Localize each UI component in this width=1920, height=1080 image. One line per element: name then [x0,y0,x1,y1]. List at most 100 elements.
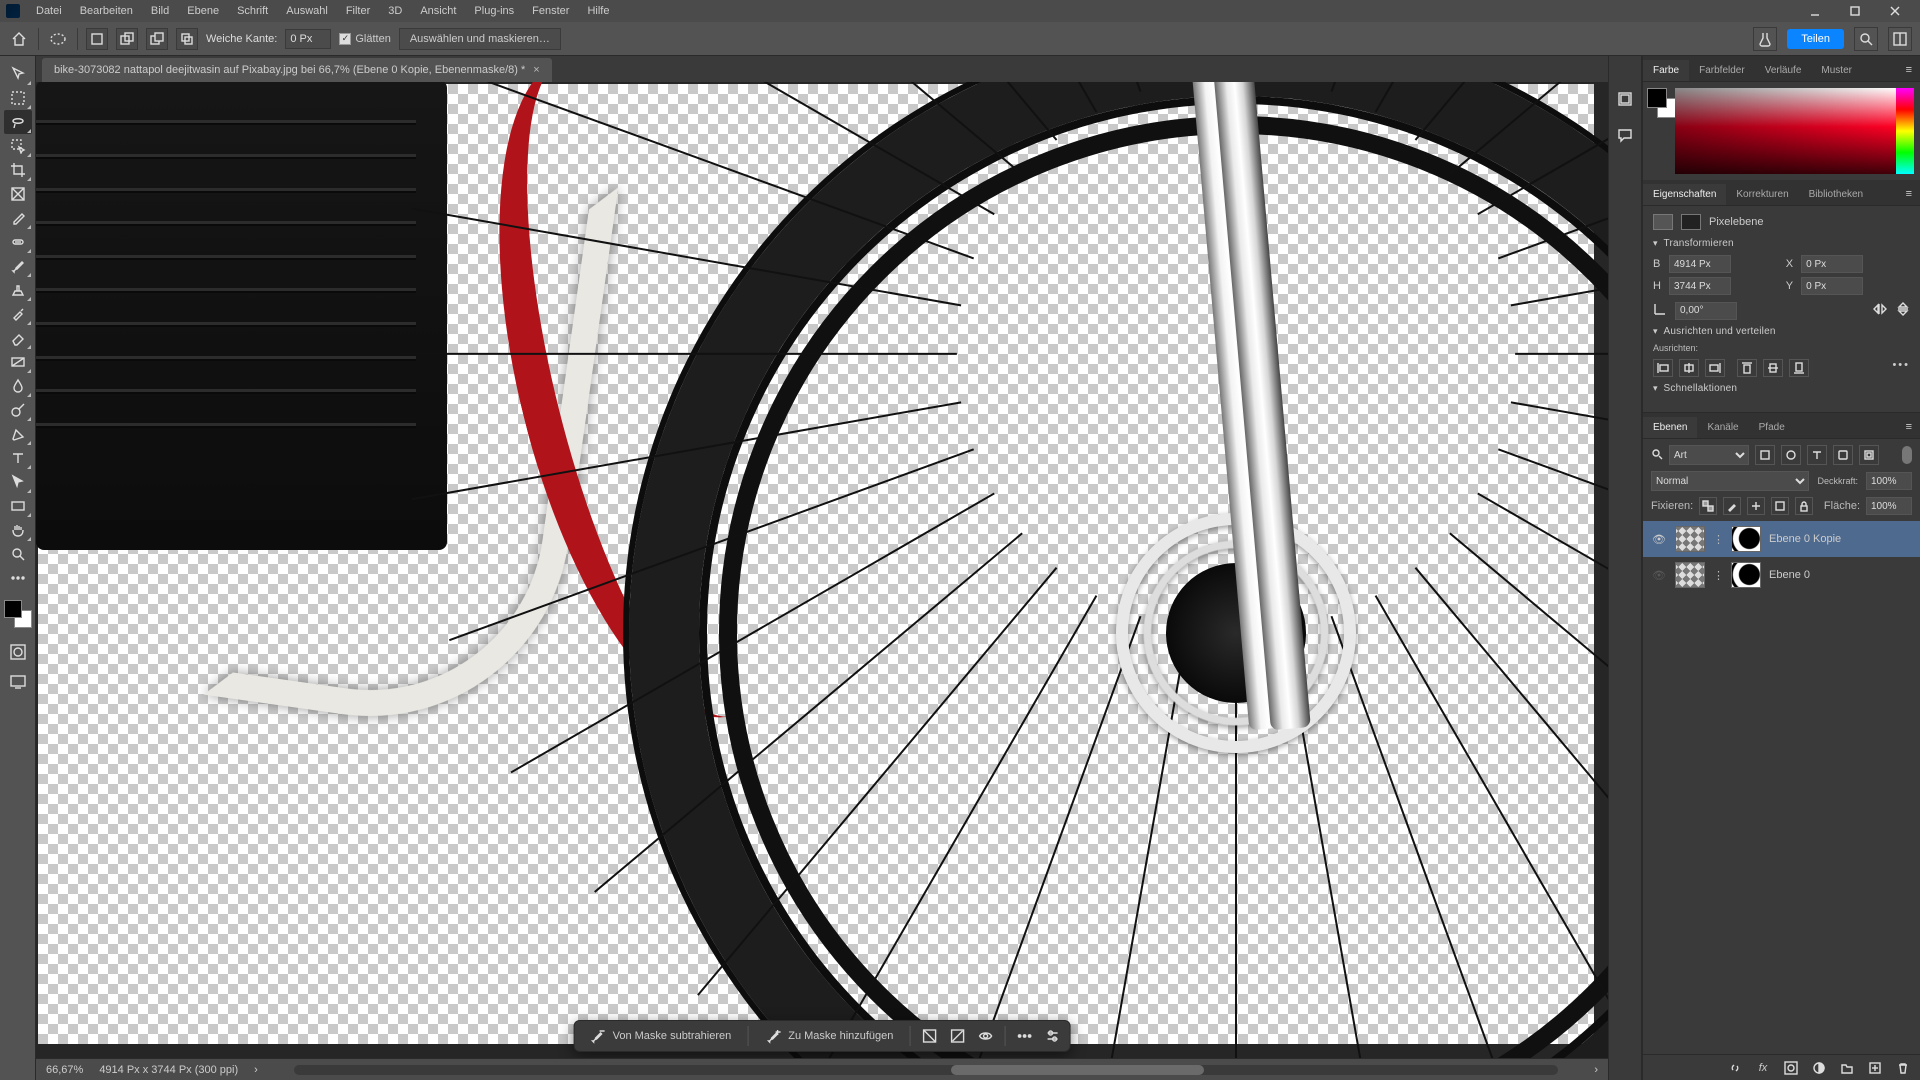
lock-position-icon[interactable] [1747,497,1765,515]
add-to-mask-button[interactable]: Zu Maske hinzufügen [758,1027,899,1045]
invert-mask-icon[interactable] [920,1027,938,1045]
gradient-tool[interactable] [4,350,32,374]
taskbar-settings-icon[interactable] [1043,1027,1061,1045]
layer-row[interactable]: 👁 ⋮ Ebene 0 Kopie [1643,521,1920,557]
fill-input[interactable] [1866,497,1912,515]
history-panel-icon[interactable] [1614,88,1636,110]
align-section-header[interactable]: ▾Ausrichten und verteilen [1653,326,1910,337]
zoom-readout[interactable]: 66,67% [46,1064,83,1076]
filter-adjust-icon[interactable] [1781,445,1801,465]
close-icon[interactable]: × [533,64,539,76]
visibility-toggle-icon[interactable]: 👁 [1651,533,1667,546]
panel-menu-icon[interactable]: ≡ [1898,416,1920,438]
align-top-icon[interactable] [1737,359,1757,377]
menu-bearbeiten[interactable]: Bearbeiten [72,2,141,20]
align-right-icon[interactable] [1705,359,1725,377]
view-mask-icon[interactable] [976,1027,994,1045]
brush-tool[interactable] [4,254,32,278]
mask-thumbnail[interactable] [1731,526,1761,552]
document-tab[interactable]: bike-3073082 nattapol deejitwasin auf Pi… [42,58,552,82]
tab-verlaeufe[interactable]: Verläufe [1755,60,1812,81]
foreground-color-swatch[interactable] [4,600,22,618]
tab-muster[interactable]: Muster [1811,60,1862,81]
lock-transparency-icon[interactable] [1699,497,1717,515]
active-tool-indicator[interactable] [47,28,69,50]
menu-plugins[interactable]: Plug-ins [466,2,522,20]
lock-all-icon[interactable] [1795,497,1813,515]
tab-ebenen[interactable]: Ebenen [1643,417,1697,438]
layer-name[interactable]: Ebene 0 [1769,569,1810,581]
subtract-from-mask-button[interactable]: Von Maske subtrahieren [583,1027,738,1045]
blur-tool[interactable] [4,374,32,398]
selection-subtract-icon[interactable] [146,28,168,50]
screen-mode-button[interactable] [4,670,32,694]
tab-korrekturen[interactable]: Korrekturen [1726,184,1798,205]
x-input[interactable] [1801,255,1863,273]
delete-layer-icon[interactable] [1894,1059,1912,1077]
add-mask-icon[interactable] [1782,1059,1800,1077]
filter-pixel-icon[interactable] [1755,445,1775,465]
adjustment-layer-icon[interactable] [1810,1059,1828,1077]
pen-tool[interactable] [4,422,32,446]
align-bottom-icon[interactable] [1789,359,1809,377]
align-left-icon[interactable] [1653,359,1673,377]
window-close-button[interactable] [1876,0,1914,22]
angle-input[interactable] [1675,302,1737,320]
canvas-area[interactable]: Von Maske subtrahieren Zu Maske hinzufüg… [36,82,1608,1058]
menu-filter[interactable]: Filter [338,2,378,20]
feather-input[interactable] [285,29,331,49]
color-swatches[interactable] [4,600,32,628]
color-fgbg-swatch[interactable] [1643,82,1675,180]
select-and-mask-button[interactable]: Auswählen und maskieren… [399,28,561,50]
tab-eigenschaften[interactable]: Eigenschaften [1643,184,1726,205]
history-brush-tool[interactable] [4,302,32,326]
mask-thumbnail[interactable] [1731,562,1761,588]
crop-tool[interactable] [4,158,32,182]
lock-pixels-icon[interactable] [1723,497,1741,515]
filter-toggle[interactable] [1902,446,1912,464]
frame-tool[interactable] [4,182,32,206]
lock-artboard-icon[interactable] [1771,497,1789,515]
opacity-input[interactable] [1866,472,1912,490]
rectangle-tool[interactable] [4,494,32,518]
flip-horizontal-icon[interactable] [1872,302,1888,319]
tab-farbfelder[interactable]: Farbfelder [1689,60,1755,81]
height-input[interactable] [1669,277,1731,295]
type-tool[interactable] [4,446,32,470]
panel-menu-icon[interactable]: ≡ [1898,59,1920,81]
group-layers-icon[interactable] [1838,1059,1856,1077]
layer-thumbnail[interactable] [1675,526,1705,552]
comments-panel-icon[interactable] [1614,124,1636,146]
menu-datei[interactable]: Datei [28,2,70,20]
flip-vertical-icon[interactable] [1896,301,1910,320]
share-button[interactable]: Teilen [1787,29,1844,49]
align-hcenter-icon[interactable] [1679,359,1699,377]
doc-info-readout[interactable]: 4914 Px x 3744 Px (300 ppi) [99,1064,238,1076]
visibility-toggle-icon[interactable]: 👁 [1651,569,1667,582]
filter-smart-icon[interactable] [1859,445,1879,465]
filter-shape-icon[interactable] [1833,445,1853,465]
move-tool[interactable] [4,62,32,86]
layer-row[interactable]: 👁 ⋮ Ebene 0 [1643,557,1920,593]
menu-hilfe[interactable]: Hilfe [579,2,617,20]
color-field[interactable] [1675,88,1896,174]
mask-link-icon[interactable]: ⋮ [1713,533,1723,546]
eyedropper-tool[interactable] [4,206,32,230]
beaker-icon[interactable] [1753,27,1777,51]
workspace-switch-icon[interactable] [1888,27,1912,51]
selection-intersect-icon[interactable] [176,28,198,50]
menu-fenster[interactable]: Fenster [524,2,577,20]
hand-tool[interactable] [4,518,32,542]
selection-new-icon[interactable] [86,28,108,50]
selection-add-icon[interactable] [116,28,138,50]
menu-auswahl[interactable]: Auswahl [278,2,336,20]
layer-name[interactable]: Ebene 0 Kopie [1769,533,1841,545]
quick-mask-toggle[interactable] [4,640,32,664]
align-vcenter-icon[interactable] [1763,359,1783,377]
tab-kanaele[interactable]: Kanäle [1697,417,1748,438]
antialias-checkbox[interactable]: Glätten [339,33,390,45]
disable-mask-icon[interactable] [948,1027,966,1045]
eraser-tool[interactable] [4,326,32,350]
menu-bild[interactable]: Bild [143,2,177,20]
window-minimize-button[interactable] [1796,0,1834,22]
